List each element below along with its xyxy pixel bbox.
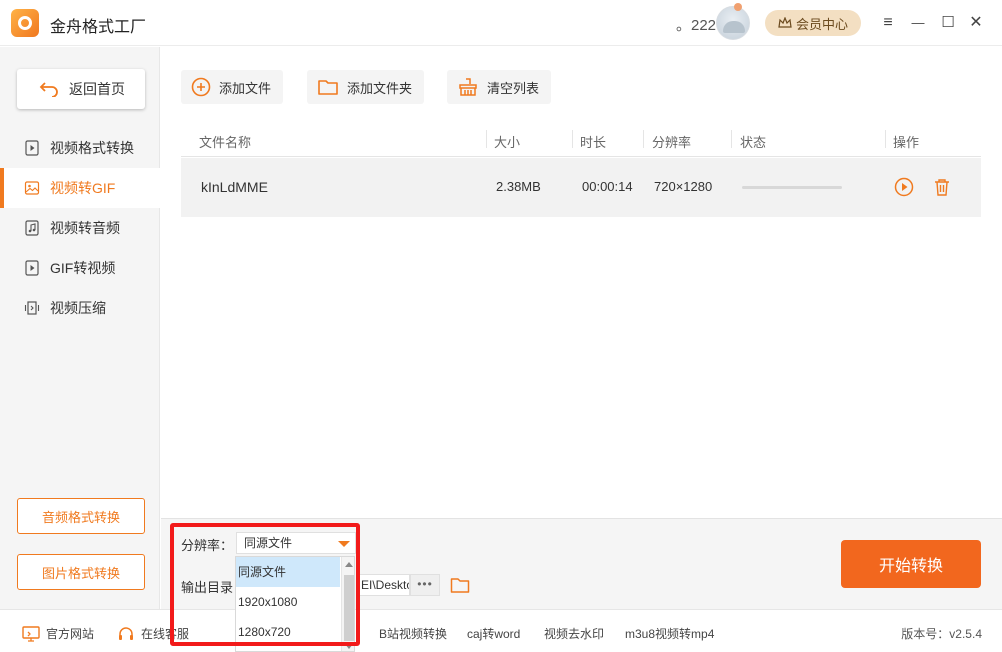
official-site-label: 官方网站 [46, 627, 95, 641]
version-label: 版本号：v2.5.4 [901, 627, 982, 641]
start-convert-button[interactable]: 开始转换 [841, 540, 981, 588]
status-bar: 官方网站 在线客服 B站视频转换 caj转word 视频去水印 m3u8视频转m… [0, 609, 1002, 652]
browse-path-button[interactable]: ••• [410, 574, 440, 596]
add-file-label: 添加文件 [219, 80, 272, 96]
back-arrow-icon [39, 82, 58, 97]
online-support-label: 在线客服 [141, 627, 190, 641]
resolution-option-source[interactable]: 同源文件 [236, 557, 340, 587]
file-resolution: 720×1280 [654, 179, 713, 194]
sidebar: 返回首页 视频格式转换 视频转GIF 视频转音频 GIF转视频 视频压缩 音频格… [0, 47, 160, 609]
user-avatar[interactable] [716, 6, 750, 40]
play-file-icon [25, 260, 39, 276]
sidebar-item-video-to-audio[interactable]: 视频转音频 [0, 208, 160, 248]
table-row[interactable]: kInLdMME 2.38MB 00:00:14 720×1280 [181, 158, 981, 217]
column-header-name: 文件名称 [199, 135, 252, 150]
sidebar-item-video-compress[interactable]: 视频压缩 [0, 288, 160, 328]
maximize-icon[interactable]: ☐ [938, 13, 958, 33]
headset-icon [119, 626, 133, 640]
scroll-up-icon[interactable] [345, 562, 353, 567]
sidebar-item-label: 视频压缩 [50, 300, 106, 316]
sidebar-item-video-format[interactable]: 视频格式转换 [0, 128, 160, 168]
status-progress-bar [742, 186, 842, 189]
play-file-icon [25, 140, 39, 156]
music-file-icon [25, 220, 39, 236]
vip-center-button[interactable]: 会员中心 [765, 10, 861, 36]
file-table-header: 文件名称 大小 时长 分辨率 状态 操作 [181, 123, 981, 157]
column-header-size: 大小 [494, 135, 521, 150]
add-folder-label: 添加文件夹 [347, 80, 413, 96]
sidebar-item-label: 视频转GIF [50, 180, 116, 196]
vip-center-label: 会员中心 [795, 16, 848, 32]
column-header-resolution: 分辨率 [652, 135, 692, 150]
output-dir-label: 输出目录 [181, 580, 234, 595]
image-file-icon [24, 181, 40, 195]
output-path-field[interactable]: EI\Deskto [358, 574, 410, 596]
add-folder-button[interactable]: 添加文件夹 [307, 70, 425, 104]
sidebar-item-gif-to-video[interactable]: GIF转视频 [0, 248, 160, 288]
resolution-option-720p[interactable]: 1280x720 [236, 617, 340, 647]
file-size: 2.38MB [496, 179, 541, 194]
m3u8-to-mp4-link[interactable]: m3u8视频转mp4 [625, 625, 714, 642]
chevron-down-icon [338, 541, 350, 547]
add-file-button[interactable]: 添加文件 [181, 70, 284, 104]
monitor-icon [22, 625, 40, 642]
audio-format-convert-button[interactable]: 音频格式转换 [17, 498, 145, 534]
column-header-actions: 操作 [893, 135, 920, 150]
crown-icon [778, 17, 792, 28]
resolution-select-value: 同源文件 [244, 536, 293, 550]
online-support-link[interactable]: 在线客服 [117, 625, 189, 642]
trash-icon[interactable] [932, 177, 952, 197]
title-bar: 金舟格式工厂 。222 会员中心 ≡ — ☐ ✕ [0, 0, 1002, 46]
app-logo-icon [11, 9, 39, 37]
broom-icon [459, 78, 477, 96]
sidebar-item-label: 视频格式转换 [50, 140, 134, 156]
back-home-label: 返回首页 [69, 81, 125, 97]
resolution-label: 分辨率： [181, 538, 234, 553]
resolution-option-1080p[interactable]: 1920x1080 [236, 587, 340, 617]
remove-watermark-link[interactable]: 视频去水印 [544, 625, 604, 642]
sidebar-item-video-to-gif[interactable]: 视频转GIF [0, 168, 160, 208]
clear-list-button[interactable]: 清空列表 [447, 70, 552, 104]
scrollbar-thumb[interactable] [344, 575, 354, 641]
compress-icon [24, 301, 40, 315]
app-title: 金舟格式工厂 [50, 19, 147, 36]
close-icon[interactable]: ✕ [966, 13, 986, 33]
official-site-link[interactable]: 官方网站 [22, 625, 94, 642]
open-folder-icon[interactable] [450, 576, 470, 594]
bilibili-convert-link[interactable]: B站视频转换 [379, 625, 447, 642]
column-header-duration: 时长 [580, 135, 607, 150]
back-home-button[interactable]: 返回首页 [17, 69, 145, 109]
image-format-convert-button[interactable]: 图片格式转换 [17, 554, 145, 590]
avatar-badge-icon [734, 3, 742, 11]
file-duration: 00:00:14 [582, 179, 633, 194]
menu-icon[interactable]: ≡ [878, 13, 898, 33]
dropdown-scrollbar[interactable] [341, 557, 354, 651]
sidebar-item-label: 视频转音频 [50, 220, 120, 236]
plus-circle-icon [191, 77, 211, 97]
minimize-icon[interactable]: — [908, 13, 928, 33]
play-icon[interactable] [894, 177, 914, 197]
coin-balance: 。222 [676, 17, 717, 34]
sidebar-item-label: GIF转视频 [50, 260, 116, 276]
scroll-down-icon[interactable] [345, 644, 353, 649]
column-header-status: 状态 [740, 135, 767, 150]
folder-icon [318, 80, 338, 95]
resolution-select[interactable]: 同源文件 [236, 532, 356, 554]
resolution-dropdown: 同源文件 1920x1080 1280x720 [235, 556, 355, 652]
file-name: kInLdMME [201, 179, 268, 195]
caj-to-word-link[interactable]: caj转word [467, 625, 520, 642]
clear-list-label: 清空列表 [487, 80, 540, 96]
